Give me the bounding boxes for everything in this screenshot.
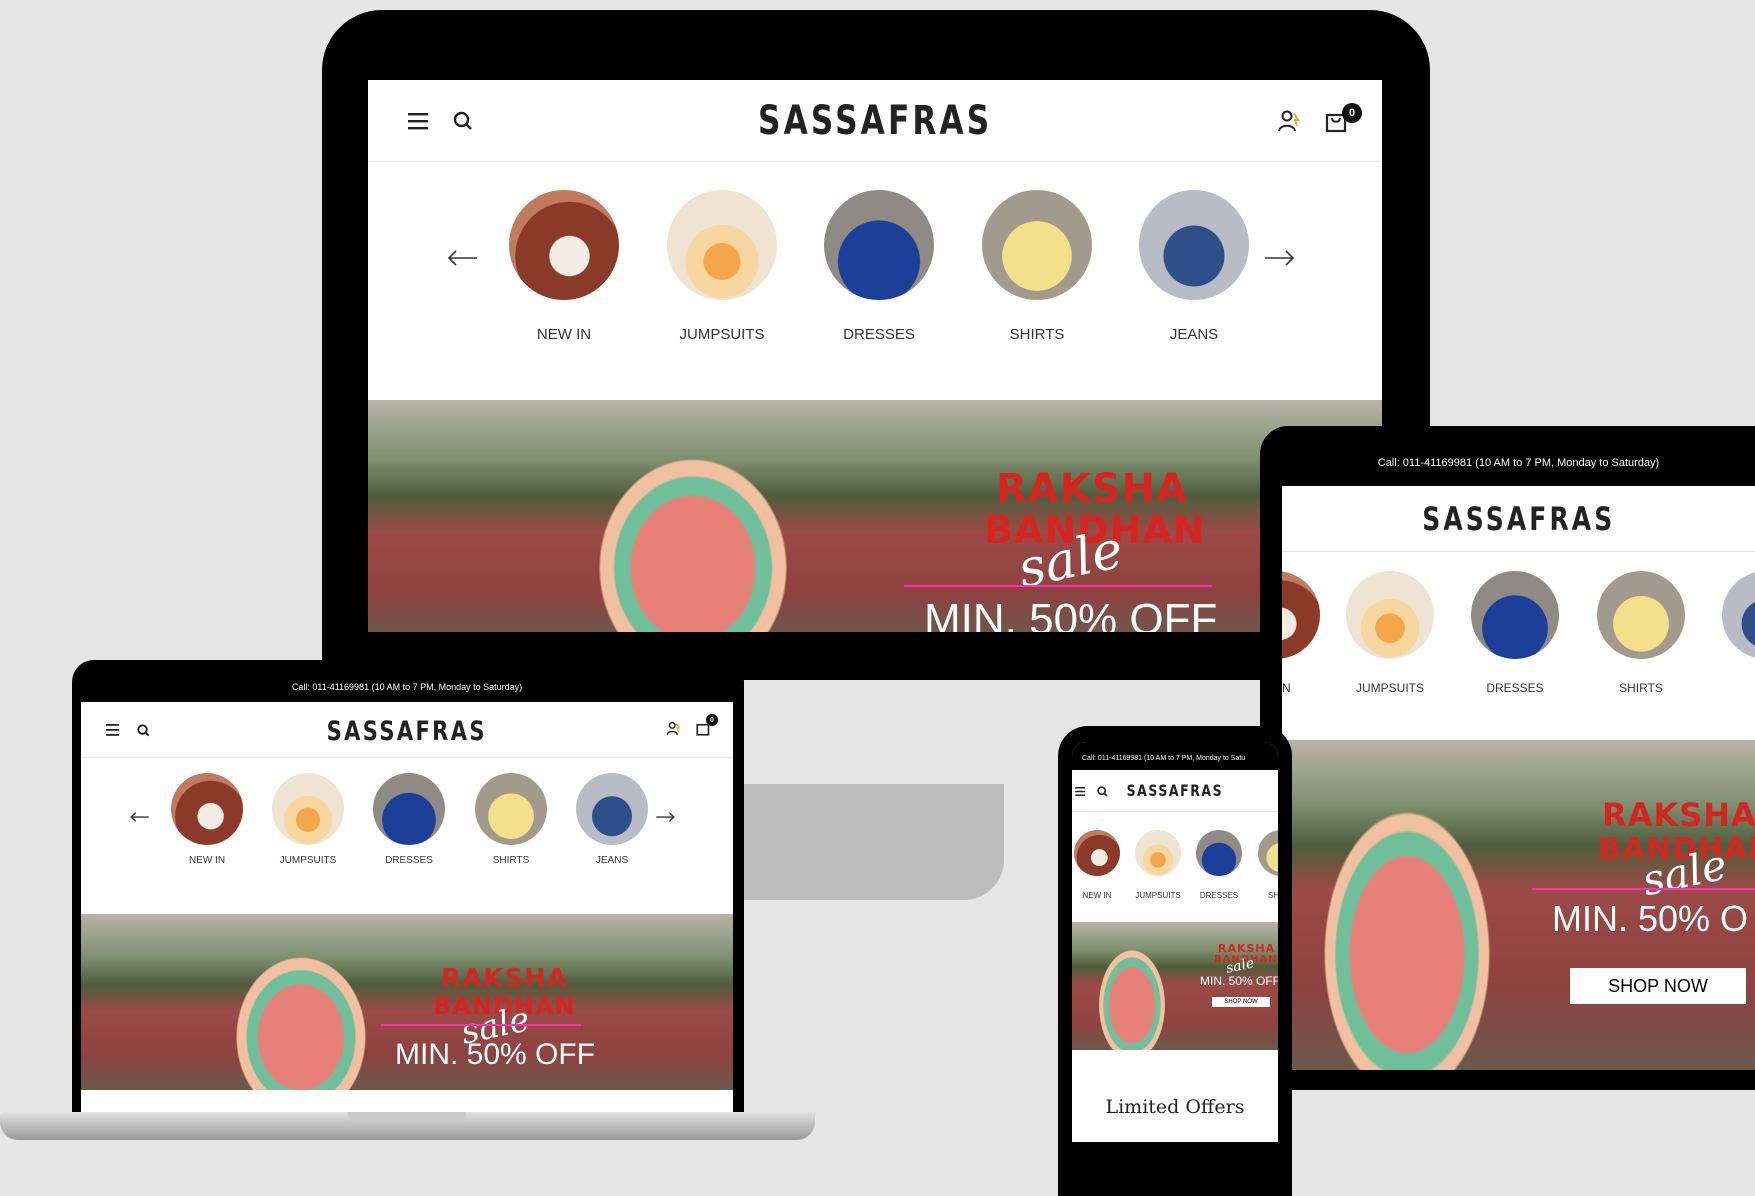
brand-logo[interactable]: SASSAFRAS <box>1422 500 1615 538</box>
banner-model-image <box>1082 922 1182 1050</box>
hero-banner[interactable]: RAKSHA BANDHAN sale MIN. 50% OFF <box>368 400 1382 632</box>
category-shirts-image[interactable] <box>1258 830 1278 876</box>
category-shirts-image[interactable] <box>1597 571 1685 659</box>
phone-bottom-bar <box>1072 1142 1278 1196</box>
category-label[interactable]: N <box>1282 681 1291 695</box>
category-jumpsuits-image[interactable] <box>272 773 344 845</box>
category-label[interactable]: JUMPSUITS <box>679 326 764 343</box>
call-bar: Call: 011-41169981 (10 AM to 7 PM, Monda… <box>81 672 733 702</box>
cart-count-badge: 0 <box>706 714 718 726</box>
banner-offer: MIN. 50% O <box>1552 898 1749 939</box>
category-label[interactable]: JUMPSUITS <box>1356 681 1424 695</box>
category-new-in-image[interactable] <box>1074 830 1120 876</box>
category-label[interactable]: SHIRTS <box>1619 681 1663 695</box>
category-label[interactable]: DRESSES <box>1486 681 1543 695</box>
category-shirts-image[interactable] <box>475 773 547 845</box>
banner-title-line1: RAKSHA <box>996 466 1188 512</box>
category-label[interactable]: JEANS <box>1170 326 1218 343</box>
arrow-left-icon[interactable] <box>446 248 480 268</box>
hero-banner[interactable]: RAKSHA BANDHAN sale MIN. 50% O SHOP NOW <box>1282 740 1755 1070</box>
category-label[interactable]: NEW IN <box>189 855 225 866</box>
category-dresses-image[interactable] <box>1196 830 1242 876</box>
category-label[interactable]: DRESSES <box>1200 891 1238 900</box>
phone-screen: Call: 011-41169981 (10 AM to 7 PM, Monda… <box>1072 742 1278 1196</box>
category-label[interactable]: NEW IN <box>1083 891 1112 900</box>
header: SASSAFRAS <box>1282 486 1755 552</box>
call-bar: Call: 011-41169981 (10 AM to 7 PM, Monda… <box>1282 450 1755 486</box>
header: SASSAFRAS 0 <box>81 702 733 758</box>
banner-offer: MIN. 50% OFF <box>1200 974 1278 988</box>
category-label[interactable]: DRESSES <box>843 326 915 343</box>
tablet-device: Call: 011-41169981 (10 AM to 7 PM, Monda… <box>1260 426 1755 1090</box>
category-shirts-image[interactable] <box>982 190 1092 300</box>
shop-now-button[interactable]: SHOP NOW <box>1570 968 1746 1004</box>
category-jumpsuits-image[interactable] <box>1135 830 1181 876</box>
category-jeans-image[interactable] <box>576 773 648 845</box>
category-label[interactable]: SH <box>1268 891 1278 900</box>
category-new-in-image[interactable] <box>171 773 243 845</box>
laptop-notch <box>348 1112 466 1122</box>
phone-device: Call: 011-41169981 (10 AM to 7 PM, Monda… <box>1058 726 1292 1196</box>
brand-logo[interactable]: SASSAFRAS <box>1127 781 1224 800</box>
header: SASSAFRAS 0 <box>368 80 1382 162</box>
laptop-device: Call: 011-41169981 (10 AM to 7 PM, Monda… <box>0 660 820 1150</box>
banner-title-line1: RAKSHA <box>441 964 568 994</box>
category-jumpsuits-image[interactable] <box>667 190 777 300</box>
category-label[interactable]: DRESSES <box>385 855 433 866</box>
tablet-screen: Call: 011-41169981 (10 AM to 7 PM, Monda… <box>1282 450 1755 1070</box>
arrow-right-icon[interactable] <box>1262 248 1296 268</box>
banner-model-image <box>201 914 401 1090</box>
laptop-screen: Call: 011-41169981 (10 AM to 7 PM, Monda… <box>81 672 733 1112</box>
category-label[interactable]: JEANS <box>596 855 628 866</box>
category-label[interactable]: SHIRTS <box>1010 326 1065 343</box>
category-jumpsuits-image[interactable] <box>1346 571 1434 659</box>
banner-offer: MIN. 50% OFF <box>924 595 1218 632</box>
account-icon[interactable] <box>1276 108 1302 134</box>
category-dresses-image[interactable] <box>1471 571 1559 659</box>
category-label[interactable]: NEW IN <box>537 326 591 343</box>
category-label[interactable]: JUMPSUITS <box>280 855 337 866</box>
banner-decor-line <box>381 1024 581 1026</box>
category-label[interactable]: JUMPSUITS <box>1135 891 1180 900</box>
account-icon[interactable] <box>665 720 681 736</box>
monitor-screen: SASSAFRAS 0 NEW IN JUMPSUITS DRESSES SHI… <box>368 80 1382 632</box>
category-jeans-image[interactable] <box>1139 190 1249 300</box>
category-dresses-image[interactable] <box>824 190 934 300</box>
banner-offer: MIN. 50% OFF <box>395 1038 596 1071</box>
cart-count-badge: 0 <box>1342 103 1362 123</box>
category-new-in-image[interactable] <box>1282 571 1320 659</box>
hero-banner[interactable]: RAKSHA BANDHAN sale MIN. 50% OFF <box>81 914 733 1090</box>
arrow-left-icon[interactable] <box>129 810 151 824</box>
section-title: Limited Offers <box>1105 1096 1245 1118</box>
category-new-in-image[interactable] <box>509 190 619 300</box>
category-label[interactable]: SHIRTS <box>493 855 530 866</box>
banner-model-image <box>548 400 838 632</box>
category-dresses-image[interactable] <box>373 773 445 845</box>
brand-logo[interactable]: SASSAFRAS <box>758 98 992 144</box>
hero-banner[interactable]: RAKSHA BANDHAN sale MIN. 50% OFF SHOP NO… <box>1072 922 1278 1050</box>
banner-decor-line <box>1532 888 1755 890</box>
banner-model-image <box>1282 740 1532 1070</box>
banner-title-line1: RAKSHA <box>1602 796 1755 834</box>
banner-decor-line <box>904 585 1212 587</box>
brand-logo[interactable]: SASSAFRAS <box>327 716 487 747</box>
category-jeans-image[interactable] <box>1722 571 1755 659</box>
header: SASSAFRAS <box>1072 770 1278 812</box>
shop-now-button[interactable]: SHOP NOW <box>1212 997 1270 1007</box>
call-bar: Call: 011-41169981 (10 AM to 7 PM, Monda… <box>1072 742 1278 770</box>
arrow-right-icon[interactable] <box>654 810 676 824</box>
